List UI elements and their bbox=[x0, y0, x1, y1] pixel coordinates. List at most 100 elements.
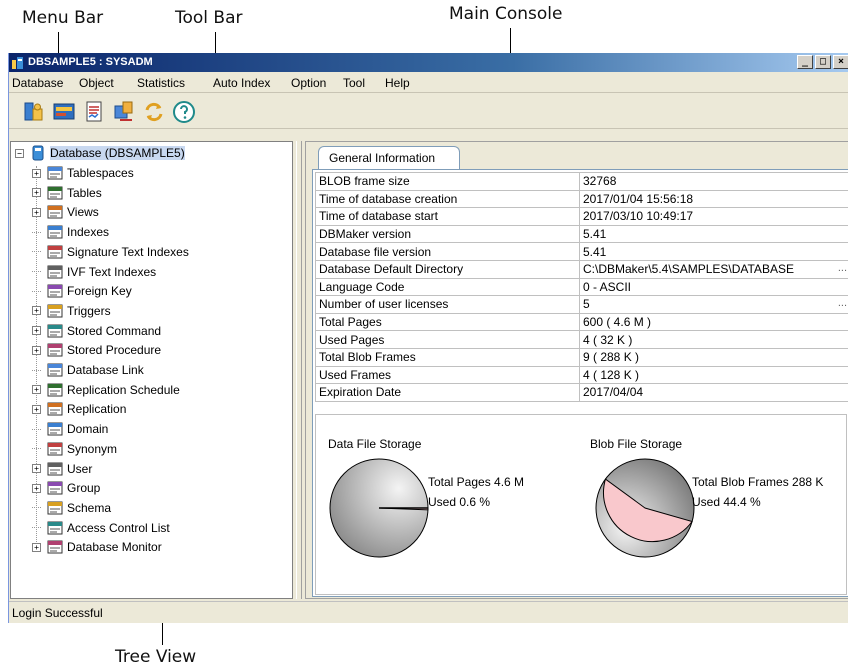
export-icon[interactable] bbox=[112, 100, 136, 124]
info-row[interactable]: Expiration Date 2017/04/04 bbox=[315, 383, 848, 402]
more-button[interactable]: ... bbox=[838, 262, 847, 274]
tree-item-indexes[interactable]: Indexes bbox=[32, 223, 109, 241]
panel-splitter[interactable] bbox=[296, 141, 302, 599]
tree-connector bbox=[32, 251, 41, 253]
main-console-callout: Main Console bbox=[449, 4, 563, 24]
tree-item-synonym[interactable]: Synonym bbox=[32, 440, 117, 458]
tree-item-label: Schema bbox=[67, 500, 112, 515]
info-key: Time of database creation bbox=[315, 189, 580, 209]
tree-connector bbox=[32, 271, 41, 272]
info-row[interactable]: Used Frames 4 ( 128 K ) bbox=[315, 365, 848, 385]
close-button[interactable]: × bbox=[833, 55, 848, 69]
tree-item-database-monitor[interactable]: + Database Monitor bbox=[32, 538, 162, 556]
info-row[interactable]: BLOB frame size 32768 bbox=[315, 172, 848, 191]
info-value: 2017/04/04 bbox=[583, 385, 644, 400]
tree-item-foreign-key[interactable]: Foreign Key bbox=[32, 282, 132, 300]
schema-icon bbox=[47, 501, 63, 515]
tree-connector bbox=[32, 369, 41, 371]
title-bar[interactable]: DBSAMPLE5 : SYSADM _ □ × bbox=[9, 53, 848, 72]
menu-auto-index[interactable]: Auto Index bbox=[213, 76, 270, 90]
expand-icon[interactable]: + bbox=[32, 385, 41, 395]
tree-item-signature-text-indexes[interactable]: Signature Text Indexes bbox=[32, 243, 189, 261]
application-window: DBSAMPLE5 : SYSADM _ □ × Database Object… bbox=[8, 53, 848, 623]
expand-icon[interactable]: + bbox=[32, 168, 41, 178]
info-key: Total Blob Frames bbox=[315, 347, 580, 367]
info-row[interactable]: Time of database creation 2017/01/04 15:5… bbox=[315, 189, 848, 209]
tree-connector bbox=[32, 507, 41, 509]
tree-item-group[interactable]: + Group bbox=[32, 479, 100, 497]
foreign-key-icon bbox=[47, 284, 63, 298]
menu-database[interactable]: Database bbox=[12, 76, 63, 90]
menu-option[interactable]: Option bbox=[291, 76, 326, 90]
info-value: 2017/01/04 15:56:18 bbox=[583, 191, 694, 206]
info-row[interactable]: Used Pages 4 ( 32 K ) bbox=[315, 330, 848, 349]
maximize-button[interactable]: □ bbox=[815, 55, 831, 69]
menu-object[interactable]: Object bbox=[79, 76, 114, 90]
info-table: BLOB frame size 32768 Time of database cre… bbox=[315, 172, 848, 402]
tree-root[interactable]: − Database (DBSAMPLE5) bbox=[15, 144, 185, 162]
menu-tool[interactable]: Tool bbox=[343, 76, 365, 90]
info-key: DBMaker version bbox=[315, 224, 580, 244]
tree-item-triggers[interactable]: + Triggers bbox=[32, 302, 111, 320]
expand-icon[interactable]: + bbox=[32, 483, 41, 493]
tree-connector bbox=[32, 448, 41, 450]
tree-item-label: User bbox=[67, 461, 93, 476]
tree-item-ivf-text-indexes[interactable]: IVF Text Indexes bbox=[32, 263, 156, 281]
tables-icon bbox=[47, 186, 63, 200]
database-connect-icon[interactable] bbox=[22, 100, 46, 124]
tree-item-replication[interactable]: + Replication bbox=[32, 400, 126, 418]
info-value: 2017/03/10 10:49:17 bbox=[583, 209, 694, 224]
tree-connector bbox=[32, 428, 41, 430]
tree-item-user[interactable]: + User bbox=[32, 460, 92, 478]
tree-item-stored-command[interactable]: + Stored Command bbox=[32, 322, 161, 340]
info-row[interactable]: Number of user licenses 5... bbox=[315, 295, 848, 314]
tree-item-schema[interactable]: Schema bbox=[32, 499, 111, 517]
data-total-label: Total Pages 4.6 M bbox=[428, 475, 525, 489]
tree-item-access-control-list[interactable]: Access Control List bbox=[32, 519, 170, 537]
tree-root-label: Database (DBSAMPLE5) bbox=[50, 146, 185, 160]
menu-statistics[interactable]: Statistics bbox=[137, 76, 185, 90]
tree-item-tablespaces[interactable]: + Tablespaces bbox=[32, 164, 134, 182]
expand-icon[interactable]: + bbox=[32, 542, 41, 552]
console-icon[interactable] bbox=[52, 100, 76, 124]
info-row[interactable]: Database file version 5.41 bbox=[315, 242, 848, 261]
info-row[interactable]: Total Blob Frames 9 ( 288 K ) bbox=[315, 347, 848, 367]
user-icon bbox=[47, 462, 63, 475]
tree-item-tables[interactable]: + Tables bbox=[32, 184, 102, 202]
tree-item-stored-procedure[interactable]: + Stored Procedure bbox=[32, 341, 161, 359]
data-storage-pie bbox=[329, 458, 429, 558]
tablespaces-icon bbox=[47, 166, 63, 180]
more-button[interactable]: ... bbox=[838, 297, 847, 309]
expand-icon[interactable]: + bbox=[32, 404, 41, 414]
expand-icon[interactable]: + bbox=[32, 464, 41, 473]
tree-item-domain[interactable]: Domain bbox=[32, 420, 108, 438]
minimize-button[interactable]: _ bbox=[797, 55, 813, 69]
tree-item-label: Tables bbox=[67, 185, 102, 200]
expand-icon[interactable]: + bbox=[32, 188, 41, 198]
expand-icon[interactable]: + bbox=[32, 326, 41, 336]
tree-item-label: Tablespaces bbox=[67, 166, 134, 180]
expand-icon[interactable]: + bbox=[32, 207, 41, 217]
tree-item-replication-schedule[interactable]: + Replication Schedule bbox=[32, 381, 180, 399]
info-row[interactable]: Database Default Directory C:\DBMaker\5.4… bbox=[315, 259, 848, 279]
tree-item-views[interactable]: + Views bbox=[32, 203, 99, 221]
refresh-icon[interactable] bbox=[142, 100, 166, 124]
info-row[interactable]: Time of database start 2017/03/10 10:49:1… bbox=[315, 207, 848, 226]
info-row[interactable]: DBMaker version 5.41 bbox=[315, 224, 848, 244]
info-key: Language Code bbox=[315, 277, 580, 297]
tab-general-information[interactable]: General Information bbox=[318, 146, 460, 169]
tree-view: − Database (DBSAMPLE5) + Tablespaces + Tabl… bbox=[10, 141, 293, 599]
help-icon[interactable] bbox=[172, 100, 196, 124]
collapse-icon[interactable]: − bbox=[15, 148, 24, 158]
tree-item-database-link[interactable]: Database Link bbox=[32, 361, 144, 379]
report-icon[interactable] bbox=[82, 100, 106, 124]
info-row[interactable]: Language Code 0 - ASCII bbox=[315, 277, 848, 297]
info-value-cell: 2017/03/10 10:49:17 bbox=[579, 207, 848, 226]
info-value: 0 - ASCII bbox=[583, 279, 632, 294]
expand-icon[interactable]: + bbox=[32, 306, 41, 316]
tree-item-label: Views bbox=[67, 205, 99, 220]
info-row[interactable]: Total Pages 600 ( 4.6 M ) bbox=[315, 312, 848, 332]
expand-icon[interactable]: + bbox=[32, 345, 41, 355]
info-key: Time of database start bbox=[315, 207, 580, 226]
menu-help[interactable]: Help bbox=[385, 76, 410, 90]
